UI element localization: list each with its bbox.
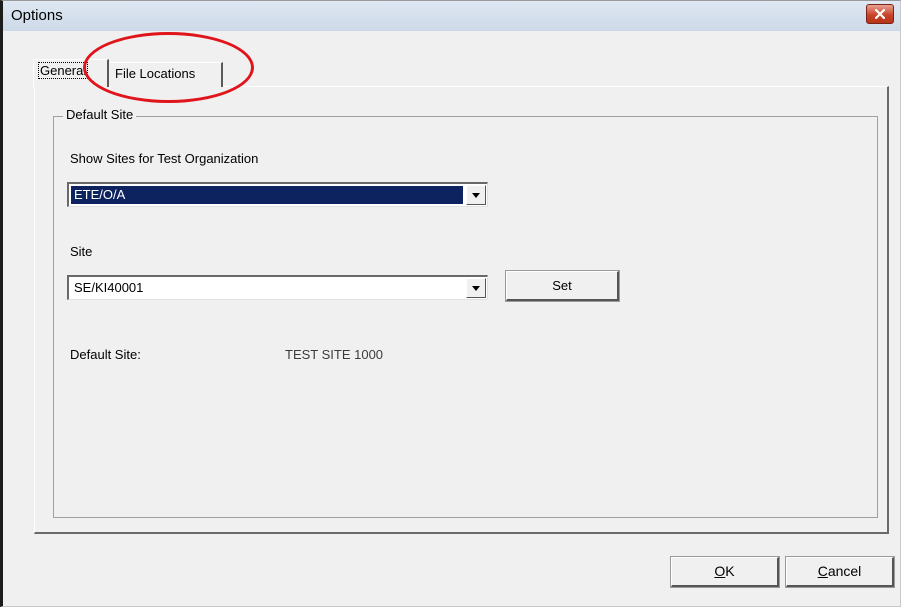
cancel-button[interactable]: Cancel [785, 556, 895, 588]
org-dropdown-arrow[interactable] [466, 185, 486, 205]
dropdown-arrow-icon [472, 285, 480, 291]
ok-access-key: O [714, 563, 726, 579]
tab-file-locations-label: File Locations [115, 66, 196, 81]
dropdown-arrow-icon [472, 192, 480, 198]
default-site-label: Default Site: [70, 347, 141, 362]
org-dropdown[interactable]: ETE/O/A [67, 182, 488, 207]
close-icon [875, 9, 885, 19]
cancel-label: ancel [827, 563, 862, 579]
ok-button[interactable]: OK [670, 556, 780, 588]
ok-label: K [725, 563, 735, 579]
window-title: Options [11, 7, 63, 24]
cancel-access-key: C [817, 563, 828, 579]
site-label: Site [70, 244, 93, 259]
site-dropdown-value: SE/KI40001 [74, 280, 144, 295]
org-dropdown-value: ETE/O/A [71, 186, 463, 204]
title-bar[interactable]: Options [3, 1, 900, 31]
site-dropdown-arrow[interactable] [466, 278, 486, 298]
tab-general-label: General [37, 62, 89, 79]
site-dropdown[interactable]: SE/KI40001 [67, 275, 488, 300]
tab-file-locations[interactable]: File Locations [110, 62, 223, 87]
set-button[interactable]: Set [505, 270, 620, 302]
default-site-group [53, 116, 878, 518]
group-title: Default Site [63, 107, 137, 122]
default-site-value: TEST SITE 1000 [285, 347, 384, 362]
org-label: Show Sites for Test Organization [70, 151, 259, 166]
close-button[interactable] [866, 4, 894, 24]
tab-general[interactable]: General [33, 59, 109, 87]
